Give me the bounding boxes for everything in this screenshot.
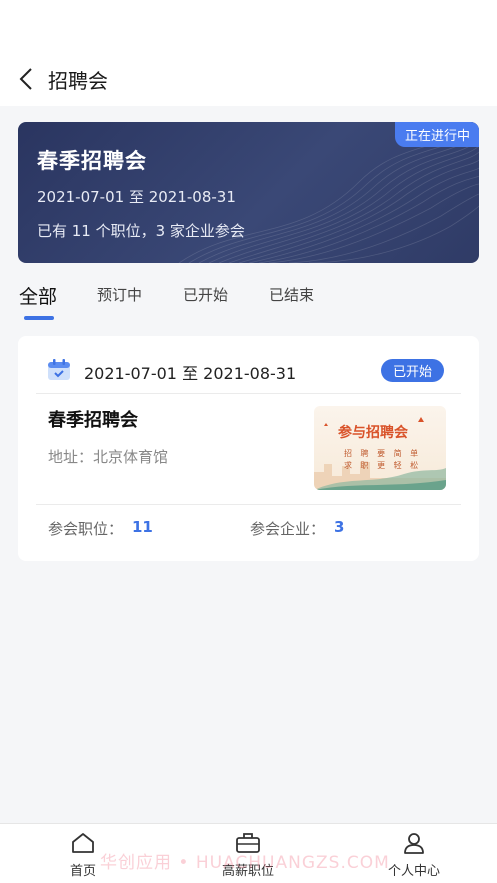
banner-date-range: 2021-07-01 至 2021-08-31: [37, 188, 236, 206]
featured-fair-banner[interactable]: 正在进行中 春季招聘会 2021-07-01 至 2021-08-31 已有 1…: [18, 122, 479, 263]
divider: [36, 504, 461, 505]
calendar-icon: [48, 359, 70, 380]
page-title: 招聘会: [48, 69, 108, 93]
divider: [36, 393, 461, 394]
poster-slogan: 招 聘 要 简 单 求 职 更 轻 松: [344, 448, 421, 472]
nav-profile[interactable]: 个人中心: [364, 832, 464, 879]
tab-all[interactable]: 全部: [19, 282, 57, 309]
banner-title: 春季招聘会: [37, 149, 147, 173]
home-icon: [72, 833, 94, 853]
card-address: 地址：北京体育馆: [48, 448, 169, 466]
tab-booking[interactable]: 预订中: [97, 284, 142, 305]
status-badge: 正在进行中: [394, 122, 479, 147]
status-bar-area: [0, 0, 497, 52]
nav-high-salary-jobs-label: 高薪职位: [221, 864, 274, 879]
banner-participation-stats: 已有 11 个职位，3 家企业参会: [37, 222, 245, 240]
briefcase-icon: [236, 833, 260, 853]
fair-poster-image: 参与招聘会 招 聘 要 简 单 求 职 更 轻 松: [314, 406, 446, 490]
nav-profile-label: 个人中心: [387, 864, 440, 879]
back-button[interactable]: [8, 61, 44, 97]
status-badge: 已开始: [381, 359, 445, 382]
chevron-left-icon: [19, 68, 32, 90]
active-tab-indicator: [24, 316, 54, 320]
user-icon: [404, 833, 424, 854]
filter-tabs: 全部 预订中 已开始 已结束: [0, 270, 497, 330]
positions-label: 参会职位：: [48, 520, 124, 538]
tab-ended[interactable]: 已结束: [269, 284, 314, 305]
nav-home-label: 首页: [69, 864, 96, 879]
bottom-navigation: 首页 高薪职位 个人中心: [0, 823, 497, 883]
fair-card[interactable]: 2021-07-01 至 2021-08-31 已开始 春季招聘会 地址：北京体…: [18, 336, 479, 561]
poster-title: 参与招聘会: [338, 425, 408, 441]
nav-high-salary-jobs[interactable]: 高薪职位: [198, 832, 298, 879]
companies-count: 3: [334, 518, 345, 536]
card-title: 春季招聘会: [48, 410, 138, 431]
card-date-range: 2021-07-01 至 2021-08-31: [84, 364, 297, 383]
poster-slogan-line1: 招 聘 要 简 单: [344, 449, 422, 458]
top-navigation-bar: 招聘会: [0, 52, 497, 106]
poster-slogan-line2: 求 职 更 轻 松: [344, 461, 422, 470]
nav-home[interactable]: 首页: [33, 832, 133, 879]
tab-started[interactable]: 已开始: [183, 284, 228, 305]
companies-label: 参会企业：: [250, 520, 326, 538]
positions-count: 11: [132, 518, 153, 536]
